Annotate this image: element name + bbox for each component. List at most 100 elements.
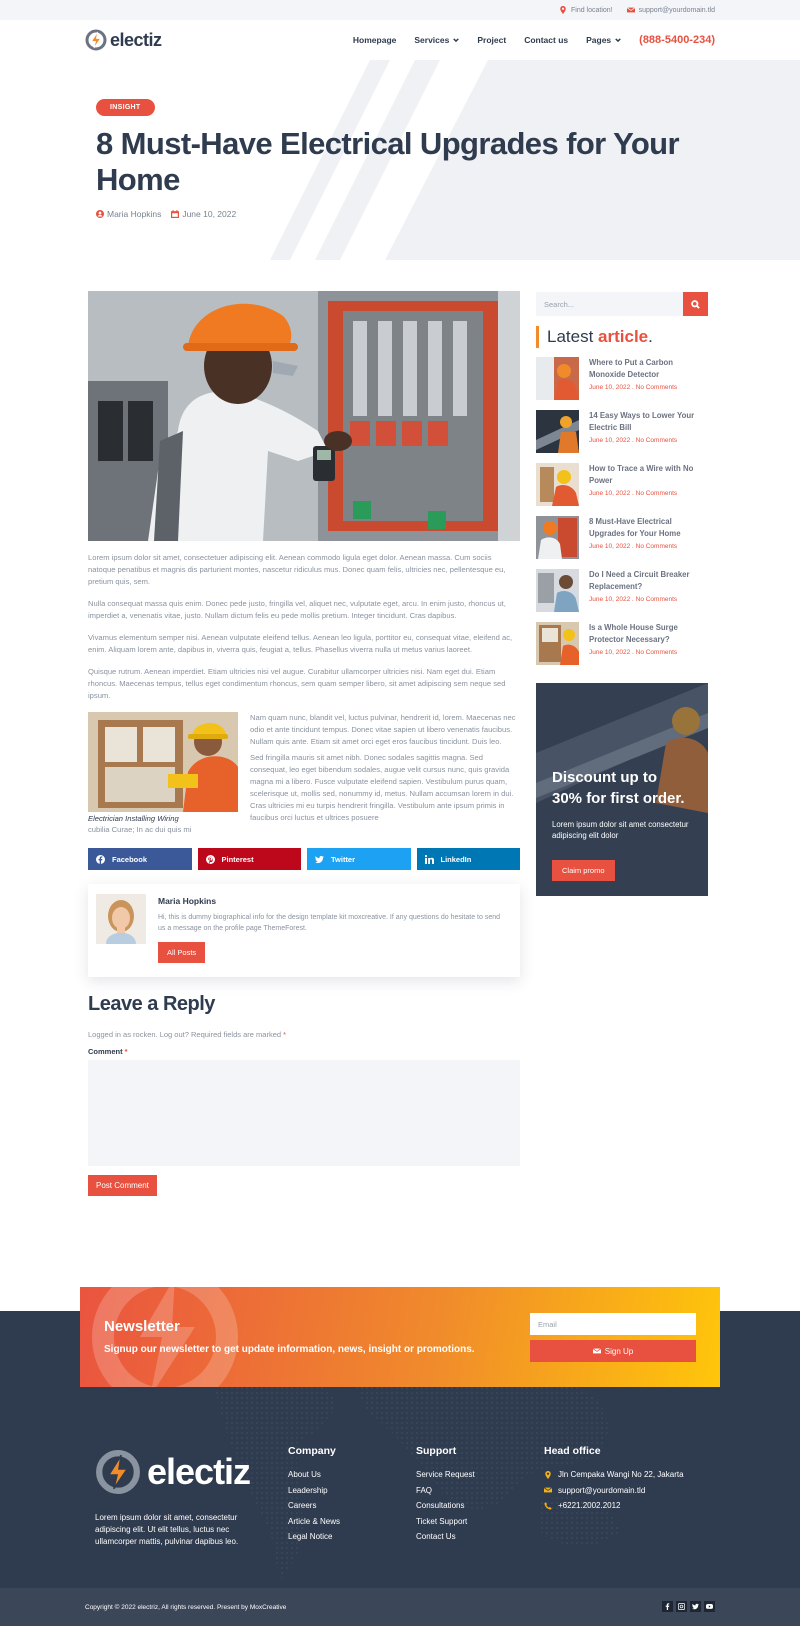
promo-title-line: Discount up to <box>552 769 657 786</box>
list-item[interactable]: 8 Must-Have Electrical Upgrades for Your… <box>536 516 708 569</box>
claim-promo-button[interactable]: Claim promo <box>552 860 615 881</box>
newsletter-signup-button[interactable]: Sign Up <box>530 1340 696 1362</box>
reply-section: Leave a Reply Logged in as rocken. Log o… <box>88 993 520 1196</box>
post-title[interactable]: Do I Need a Circuit Breaker Replacement? <box>589 569 708 592</box>
site-logo[interactable]: electiz <box>85 29 162 51</box>
post-author[interactable]: Maria Hopkins <box>96 209 161 219</box>
envelope-icon <box>592 1348 601 1354</box>
footer-link[interactable]: Consultations <box>416 1498 475 1514</box>
footer-office-title: Head office <box>544 1445 601 1457</box>
footer-link[interactable]: Leadership <box>288 1483 340 1499</box>
footer-link[interactable]: FAQ <box>416 1483 475 1499</box>
office-phone[interactable]: +6221.2002.2012 <box>544 1498 684 1514</box>
footer-link[interactable]: Legal Notice <box>288 1529 340 1545</box>
post-title[interactable]: Is a Whole House Surge Protector Necessa… <box>589 622 708 645</box>
bolt-logo-icon <box>85 29 107 51</box>
footer-link[interactable]: Contact Us <box>416 1529 475 1545</box>
share-buttons: Facebook Pinterest Twitter LinkedIn <box>88 848 520 870</box>
nav-services[interactable]: Services <box>414 35 460 45</box>
sidebar: Search... Latest article. Where to Put a… <box>536 292 708 896</box>
office-email[interactable]: support@yourdomain.tld <box>544 1483 684 1499</box>
chevron-down-icon <box>453 38 460 43</box>
social-instagram-button[interactable] <box>676 1601 687 1612</box>
figure-tail-text: cubilia Curae; In ac dui quis mi <box>88 825 192 834</box>
list-item[interactable]: Is a Whole House Surge Protector Necessa… <box>536 622 708 675</box>
post-date: June 10, 2022 <box>171 209 236 219</box>
share-facebook-button[interactable]: Facebook <box>88 848 192 870</box>
linkedin-icon <box>424 854 434 864</box>
nav-contact[interactable]: Contact us <box>524 35 568 45</box>
comment-textarea[interactable] <box>88 1060 520 1166</box>
list-item[interactable]: How to Trace a Wire with No Power June 10… <box>536 463 708 516</box>
social-youtube-button[interactable] <box>704 1601 715 1612</box>
share-twitter-label: Twitter <box>331 854 356 864</box>
author-name[interactable]: Maria Hopkins <box>158 896 216 906</box>
footer-link[interactable]: Article & News <box>288 1514 340 1530</box>
footer-link[interactable]: Service Request <box>416 1467 475 1483</box>
footer-link[interactable]: About Us <box>288 1467 340 1483</box>
header-phone[interactable]: (888-5400-234) <box>639 34 715 46</box>
article-paragraph: Quisque rutrum. Aenean imperdiet. Etiam … <box>88 667 506 700</box>
post-meta: June 10, 2022 . No Comments <box>589 490 678 497</box>
copyright-text: Copyright © 2022 electriz, All rights re… <box>85 1604 287 1611</box>
calendar-icon <box>171 210 180 218</box>
social-twitter-button[interactable] <box>690 1601 701 1612</box>
footer-company: Company About Us Leadership Careers Arti… <box>288 1445 340 1545</box>
newsletter-email-input[interactable]: Email <box>530 1313 696 1335</box>
office-address-text: Jln Cempaka Wangi No 22, Jakarta <box>558 1470 684 1480</box>
instagram-icon <box>678 1603 685 1610</box>
article-figure-block: Electrician Installing Wiring Nam quam n… <box>88 712 520 824</box>
email-link[interactable]: support@yourdomain.tld <box>626 6 715 14</box>
envelope-icon <box>544 1487 552 1493</box>
share-twitter-button[interactable]: Twitter <box>307 848 411 870</box>
post-thumbnail[interactable] <box>536 622 579 665</box>
all-posts-button[interactable]: All Posts <box>158 942 206 963</box>
post-meta: June 10, 2022 . No Comments <box>589 596 678 603</box>
author-avatar <box>96 894 146 944</box>
footer-link[interactable]: Ticket Support <box>416 1514 475 1530</box>
nav-project[interactable]: Project <box>477 35 506 45</box>
share-pinterest-button[interactable]: Pinterest <box>197 848 301 870</box>
nav-pages[interactable]: Pages <box>586 35 621 45</box>
twitter-icon <box>692 1603 699 1610</box>
search-input[interactable]: Search... <box>536 292 683 316</box>
figure-side-text: Nam quam nunc, blandit vel, luctus pulvi… <box>250 712 520 824</box>
post-title[interactable]: How to Trace a Wire with No Power <box>589 463 708 486</box>
list-item[interactable]: Where to Put a Carbon Monoxide Detector J… <box>536 357 708 410</box>
footer-bottom-bar: Copyright © 2022 electriz, All rights re… <box>0 1588 800 1626</box>
post-meta: June 10, 2022 . No Comments <box>589 384 678 391</box>
post-title[interactable]: 8 Must-Have Electrical Upgrades for Your… <box>589 516 708 539</box>
site-header: electiz Homepage Services Project Contac… <box>0 20 800 60</box>
map-pin-icon <box>560 6 566 14</box>
latest-accent: article <box>598 327 649 346</box>
main-nav: Homepage Services Project Contact us Pag… <box>353 34 715 46</box>
post-thumbnail[interactable] <box>536 357 579 400</box>
location-link[interactable]: Find location! <box>559 6 613 14</box>
list-item[interactable]: Do I Need a Circuit Breaker Replacement?… <box>536 569 708 622</box>
newsletter-banner: Newsletter Signup our newsletter to get … <box>80 1287 720 1387</box>
post-title[interactable]: Where to Put a Carbon Monoxide Detector <box>589 357 708 380</box>
comment-required-mark: * <box>124 1047 128 1056</box>
article-featured-image <box>88 291 520 541</box>
nav-homepage[interactable]: Homepage <box>353 35 396 45</box>
post-comment-button[interactable]: Post Comment <box>88 1175 157 1196</box>
comment-label: Comment * <box>88 1047 520 1056</box>
article-paragraph: Lorem ipsum dolor sit amet, consectetuer… <box>88 553 506 586</box>
share-linkedin-button[interactable]: LinkedIn <box>416 848 520 870</box>
category-badge[interactable]: INSIGHT <box>96 99 155 116</box>
post-thumbnail[interactable] <box>536 463 579 506</box>
nav-services-label: Services <box>414 35 450 45</box>
post-title[interactable]: 14 Easy Ways to Lower Your Electric Bill <box>589 410 708 433</box>
search-button[interactable] <box>683 292 708 316</box>
office-address: Jln Cempaka Wangi No 22, Jakarta <box>544 1467 684 1483</box>
post-date-text: June 10, 2022 <box>182 209 237 219</box>
post-thumbnail[interactable] <box>536 569 579 612</box>
list-item[interactable]: 14 Easy Ways to Lower Your Electric Bill… <box>536 410 708 463</box>
social-facebook-button[interactable] <box>662 1601 673 1612</box>
footer-link[interactable]: Careers <box>288 1498 340 1514</box>
footer-logo[interactable]: electiz <box>95 1449 251 1495</box>
electrician-panel-illustration <box>88 291 520 541</box>
top-bar: Find location! support@yourdomain.tld <box>0 0 800 20</box>
post-thumbnail[interactable] <box>536 516 579 559</box>
post-thumbnail[interactable] <box>536 410 579 453</box>
